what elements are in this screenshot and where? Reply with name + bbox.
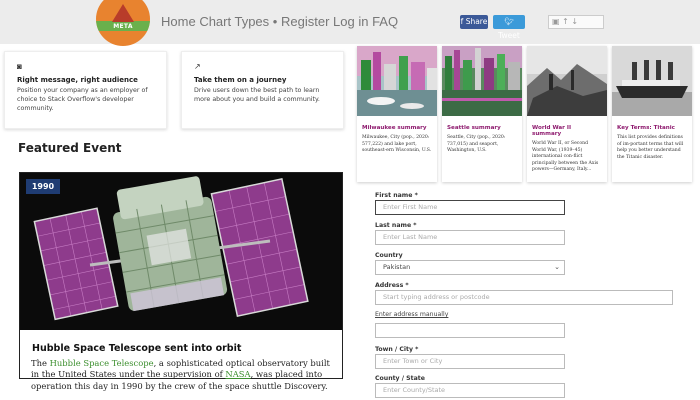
twitter-icon: 🐦︎ [504,17,514,26]
enter-address-manually-link[interactable]: Enter address manually [375,311,448,318]
site-logo[interactable]: META [96,0,150,46]
featured-event-title: Featured Event [18,141,122,155]
ad-title: Right message, right audience [17,76,138,84]
ad-description: Drive users down the best path to learn … [194,87,320,103]
hubble-link[interactable]: Hubble Space Telescope [50,358,154,368]
thumbnail-card-titanic[interactable]: Key Terms: Titanic This list provides de… [612,46,692,182]
county-label: County / State [375,375,425,382]
vote-widget[interactable]: ▣ ↑ ↓ [548,15,604,29]
seattle-image [442,46,522,116]
thumbnail-caption: Seattle summary [447,125,501,131]
address-field[interactable]: Start typing address or postcode [375,290,673,305]
featured-event-card[interactable]: 1990 Hubble Space Telescope sent into or… [19,172,343,379]
top-header: META Home Chart Types • Register Log in … [0,0,700,46]
thumbnail-card-ww2[interactable]: World War II summary World War II, or Se… [527,46,607,182]
county-field[interactable]: Enter County/State [375,383,565,398]
last-name-field[interactable]: Enter Last Name [375,230,565,245]
titanic-image [612,46,692,116]
ad-title: Take them on a journey [194,76,287,84]
nav-register[interactable]: Register [281,14,329,29]
nav-chart-types[interactable]: Chart Types [199,14,269,29]
nasa-link[interactable]: NASA [225,369,250,379]
ad-card-journey[interactable]: ↗ Take them on a journey Drive users dow… [181,51,344,129]
camera-icon: ◙ [17,62,22,71]
country-value: Pakistan [383,263,411,271]
facebook-share-label: Share [465,17,488,26]
body-prefix: The [31,358,50,368]
year-badge: 1990 [26,179,60,194]
nav-faq[interactable]: FAQ [372,14,398,29]
logo-text: META [113,23,133,30]
first-name-field[interactable]: Enter First Name [375,200,565,215]
milwaukee-image [357,46,437,116]
nav-login[interactable]: Log in [333,14,368,29]
event-headline[interactable]: Hubble Space Telescope sent into orbit [32,343,241,354]
last-name-label: Last name * [375,222,417,229]
nav-home[interactable]: Home [161,14,196,29]
thumbnail-text: This list provides definitions of im-por… [617,135,684,160]
address-line-field[interactable] [375,323,565,338]
thumbnail-text: Seattle, City (pop., 2020: 737,015) and … [447,135,506,154]
city-label: Town / City * [375,346,419,353]
thumbnail-caption: Milwaukee summary [362,125,427,131]
country-select[interactable]: Pakistan ⌄ [375,260,565,275]
logo-peak [112,4,134,22]
thumbnail-card-milwaukee[interactable]: Milwaukee summary Milwaukee, City (pop.,… [357,46,437,182]
twitter-tweet-button[interactable]: 🐦︎ Tweet [493,15,525,40]
ad-card-audience[interactable]: ◙ Right message, right audience Position… [4,51,167,129]
thumbnail-caption: Key Terms: Titanic [617,125,675,131]
thumbnail-text: World War II, or Second World War, (1939… [532,141,599,173]
trend-icon: ↗ [194,62,201,71]
ww2-image [527,46,607,116]
nav-separator: • [272,14,278,29]
first-name-label: First name * [375,192,418,199]
hubble-image: 1990 [20,173,342,330]
event-description: The Hubble Space Telescope, a sophistica… [31,358,331,392]
thumbnail-card-seattle[interactable]: Seattle summary Seattle, City (pop., 202… [442,46,522,182]
facebook-share-button[interactable]: f Share [460,15,488,29]
twitter-tweet-label: Tweet [498,31,520,40]
facebook-icon: f [460,17,464,26]
thumbnail-caption: World War II summary [532,125,572,137]
thumbnail-text: Milwaukee, City (pop., 2020: 577,222) an… [362,135,432,154]
country-label: Country [375,252,403,259]
chevron-down-icon: ⌄ [554,263,560,271]
city-field[interactable]: Enter Town or City [375,354,565,369]
address-label: Address * [375,282,409,289]
main-nav: Home Chart Types • Register Log in FAQ [161,14,398,29]
ad-description: Position your company as an employer of … [17,87,148,112]
